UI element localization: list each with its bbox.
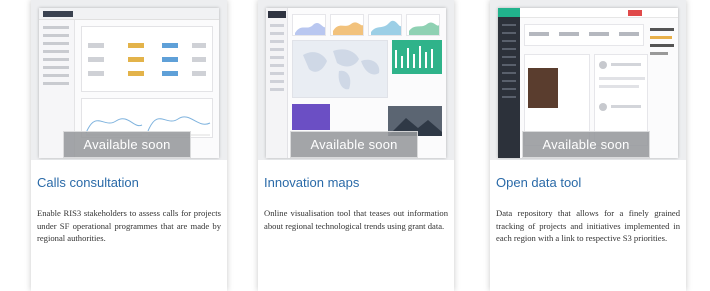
- available-soon-badge: Available soon: [522, 131, 650, 158]
- card-description: Enable RIS3 stakeholders to assess calls…: [37, 208, 221, 244]
- card-title[interactable]: Innovation maps: [264, 175, 450, 191]
- card-thumbnail: Available soon: [490, 0, 686, 160]
- tool-cards: Available soon Calls consultation Enable…: [0, 0, 710, 291]
- card-open-data-tool[interactable]: Available soon Open data tool Data repos…: [490, 0, 686, 291]
- card-thumbnail: Available soon: [31, 0, 227, 160]
- card-description: Online visualisation tool that teases ou…: [264, 208, 448, 231]
- card-innovation-maps[interactable]: Available soon Innovation maps Online vi…: [258, 0, 454, 291]
- card-title[interactable]: Calls consultation: [37, 175, 223, 191]
- card-title[interactable]: Open data tool: [496, 175, 682, 191]
- card-description: Data repository that allows for a finely…: [496, 208, 680, 244]
- card-thumbnail: Available soon: [258, 0, 454, 160]
- card-calls-consultation[interactable]: Available soon Calls consultation Enable…: [31, 0, 227, 291]
- available-soon-badge: Available soon: [290, 131, 418, 158]
- available-soon-badge: Available soon: [63, 131, 191, 158]
